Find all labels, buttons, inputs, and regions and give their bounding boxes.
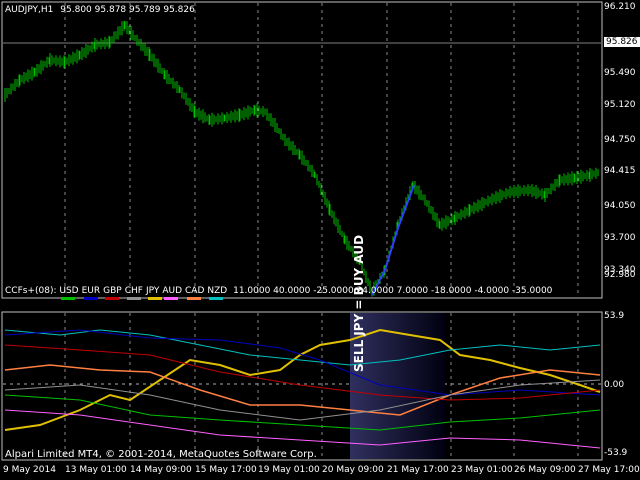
legend-label: JPY [145,286,160,296]
time-axis-label: 26 May 09:00 [514,465,576,475]
indicator-series-aud [4,379,601,421]
time-axis-label: 9 May 2014 [3,465,56,475]
legend-item-cad: CAD [185,286,205,300]
legend-label: CAD [185,286,205,296]
legend-label: USD [59,286,79,296]
copyright-footer: Alpari Limited MT4, © 2001-2014, MetaQuo… [5,449,317,460]
price-axis-label: 95.490 [604,68,636,78]
indicator-prefix: CCFs+(08): [5,286,57,296]
legend-swatch [126,297,141,300]
legend-label: CHF [124,286,143,296]
price-axis-label: 93.700 [604,233,636,243]
time-axis-label: 13 May 01:00 [65,465,127,475]
legend-swatch [83,297,98,300]
indicator-axis-label: -53.9 [604,448,628,458]
price-axis-label: 92.980 [604,270,636,280]
legend-swatch [147,297,162,300]
time-axis-label: 19 May 01:00 [258,465,320,475]
indicator-legend: CCFs+(08): USD EUR GBP CHF JPY AUD CAD NZD 11.0… [5,286,553,300]
time-axis-label: 20 May 09:00 [322,465,384,475]
symbol-text: AUDJPY,H1 [5,5,54,15]
time-axis-label: 21 May 17:00 [387,465,449,475]
legend-swatch [209,297,224,300]
price-axis-label: 94.415 [604,166,636,176]
indicator-axis-label: 53.9 [604,311,625,321]
legend-label: GBP [103,286,122,296]
indicator-axis-label: 0.00 [604,380,625,390]
price-axis-label: 95.826 [604,37,640,47]
ohlc-text: 95.800 95.878 95.789 95.826 [60,5,195,15]
legend-item-aud: AUD [162,286,183,300]
price-axis-label: 94.750 [604,135,636,145]
chart-title: AUDJPY,H1 95.800 95.878 95.789 95.826 [5,5,195,15]
chart-canvas[interactable] [0,0,640,480]
legend-swatch [164,297,179,300]
indicator-series-usd [4,328,601,431]
price-axis-label: 94.050 [604,201,636,211]
legend-swatch [105,297,120,300]
indicator-series-nzd [4,409,601,449]
legend-swatch [187,297,202,300]
legend-item-usd: USD [59,286,79,300]
legend-swatch [61,297,76,300]
legend-label: NZD [207,286,228,296]
time-axis-label: 15 May 17:00 [195,465,257,475]
time-axis-label: 27 May 17:00 [578,465,640,475]
indicator-series-eur [4,329,601,366]
legend-label: EUR [81,286,101,296]
legend-item-gbp: GBP [103,286,122,300]
time-axis-label: 23 May 01:00 [451,465,513,475]
legend-item-jpy: JPY [145,286,162,300]
price-axis-label: 95.120 [604,100,636,110]
indicator-series-cad [4,394,601,431]
legend-label: AUD [162,286,183,296]
price-axis-label: 96.210 [604,2,636,12]
indicator-values: 11.0000 40.0000 -25.0000 24.0000 7.0000 … [233,286,553,296]
time-axis-label: 14 May 09:00 [130,465,192,475]
legend-item-chf: CHF [124,286,143,300]
sell-jpy-buy-aud-annotation: SELL JPY = BUY AUD [352,234,366,372]
indicator-series-gbp [4,364,601,416]
legend-item-nzd: NZD [207,286,228,300]
legend-item-eur: EUR [81,286,101,300]
